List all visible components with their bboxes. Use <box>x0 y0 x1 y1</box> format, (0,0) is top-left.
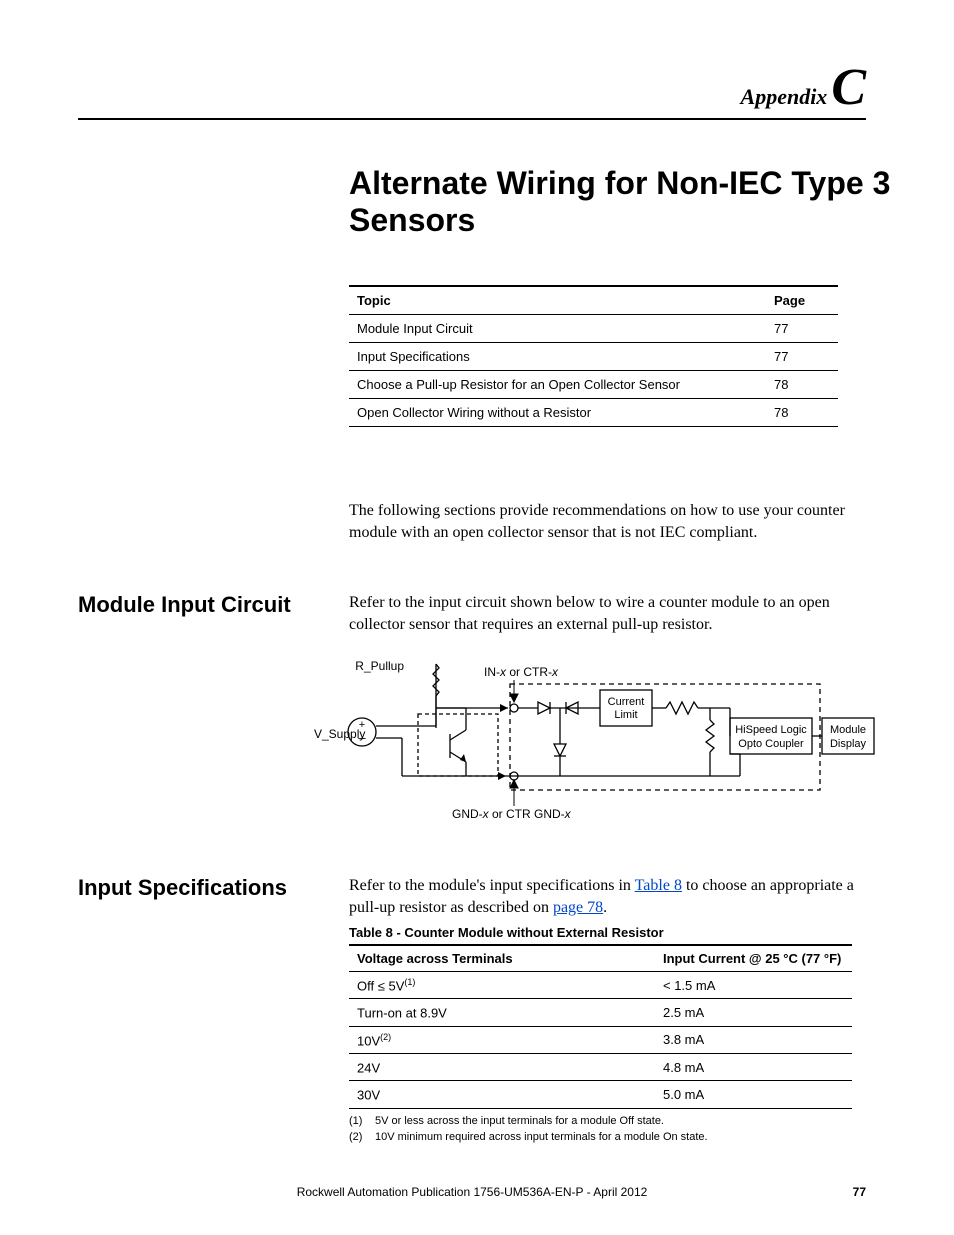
current-cell: < 1.5 mA <box>655 972 852 999</box>
page-cell: 77 <box>766 315 838 343</box>
svg-text:Limit: Limit <box>614 709 637 721</box>
footnote: (1)5V or less across the input terminals… <box>349 1114 708 1130</box>
current-cell: 2.5 mA <box>655 999 852 1026</box>
table-row: Choose a Pull-up Resistor for an Open Co… <box>349 371 838 399</box>
svg-text:IN-x or CTR-x: IN-x or CTR-x <box>484 665 559 679</box>
table8-caption: Table 8 - Counter Module without Externa… <box>349 925 664 940</box>
text: . <box>603 899 607 916</box>
svg-text:R_Pullup: R_Pullup <box>355 659 404 673</box>
table-header-row: Topic Page <box>349 286 838 315</box>
topic-cell: Module Input Circuit <box>349 315 766 343</box>
voltage-cell: 24V <box>349 1053 655 1080</box>
footnotes: (1)5V or less across the input terminals… <box>349 1114 708 1146</box>
svg-text:Display: Display <box>830 738 867 750</box>
section-heading-module-input-circuit: Module Input Circuit <box>78 592 291 618</box>
table-row: 30V 5.0 mA <box>349 1081 852 1108</box>
table-row: 24V 4.8 mA <box>349 1053 852 1080</box>
page-cell: 77 <box>766 343 838 371</box>
svg-text:Current: Current <box>608 696 645 708</box>
svg-text:V_Supply: V_Supply <box>314 727 365 741</box>
footnote: (2)10V minimum required across input ter… <box>349 1130 708 1146</box>
appendix-word: Appendix <box>741 84 828 109</box>
svg-text:GND-x or CTR GND-x: GND-x or CTR GND-x <box>452 807 572 821</box>
text: Refer to the module's input specificatio… <box>349 877 635 894</box>
page-footer: Rockwell Automation Publication 1756-UM5… <box>78 1185 866 1199</box>
table-row: Input Specifications 77 <box>349 343 838 371</box>
circuit-diagram: + – R_Pullup IN-x or CTR-x Current Limit… <box>310 648 880 838</box>
current-cell: 3.8 mA <box>655 1026 852 1053</box>
table8: Voltage across Terminals Input Current @… <box>349 944 852 1109</box>
topic-cell: Input Specifications <box>349 343 766 371</box>
voltage-cell: Turn-on at 8.9V <box>349 999 655 1026</box>
page-title: Alternate Wiring for Non-IEC Type 3 Sens… <box>349 165 954 239</box>
topic-cell: Choose a Pull-up Resistor for an Open Co… <box>349 371 766 399</box>
link-page-78[interactable]: page 78 <box>553 899 603 916</box>
appendix-letter: C <box>831 59 866 116</box>
current-cell: 5.0 mA <box>655 1081 852 1108</box>
page-cell: 78 <box>766 399 838 427</box>
table-row: Open Collector Wiring without a Resistor… <box>349 399 838 427</box>
table-row: 10V(2) 3.8 mA <box>349 1026 852 1053</box>
section-heading-input-specifications: Input Specifications <box>78 875 287 901</box>
col-voltage: Voltage across Terminals <box>349 945 655 972</box>
col-current: Input Current @ 25 °C (77 °F) <box>655 945 852 972</box>
header-rule <box>78 118 866 120</box>
page-number: 77 <box>853 1185 866 1199</box>
current-cell: 4.8 mA <box>655 1053 852 1080</box>
publication-line: Rockwell Automation Publication 1756-UM5… <box>78 1185 866 1199</box>
table-header-row: Voltage across Terminals Input Current @… <box>349 945 852 972</box>
voltage-cell: Off ≤ 5V(1) <box>349 972 655 999</box>
voltage-cell: 30V <box>349 1081 655 1108</box>
svg-text:Module: Module <box>830 724 866 736</box>
svg-text:Opto Coupler: Opto Coupler <box>738 738 804 750</box>
intro-paragraph: The following sections provide recommend… <box>349 500 849 543</box>
appendix-header: AppendixC <box>78 58 866 117</box>
table-row: Module Input Circuit 77 <box>349 315 838 343</box>
section-body-input-specifications: Refer to the module's input specificatio… <box>349 875 859 918</box>
page-cell: 78 <box>766 371 838 399</box>
table-row: Turn-on at 8.9V 2.5 mA <box>349 999 852 1026</box>
svg-text:HiSpeed Logic: HiSpeed Logic <box>735 724 807 736</box>
col-page: Page <box>766 286 838 315</box>
section-body-module-input-circuit: Refer to the input circuit shown below t… <box>349 592 849 635</box>
link-table-8[interactable]: Table 8 <box>635 877 682 894</box>
topic-cell: Open Collector Wiring without a Resistor <box>349 399 766 427</box>
table-row: Off ≤ 5V(1) < 1.5 mA <box>349 972 852 999</box>
voltage-cell: 10V(2) <box>349 1026 655 1053</box>
col-topic: Topic <box>349 286 766 315</box>
topic-table: Topic Page Module Input Circuit 77 Input… <box>349 285 838 427</box>
